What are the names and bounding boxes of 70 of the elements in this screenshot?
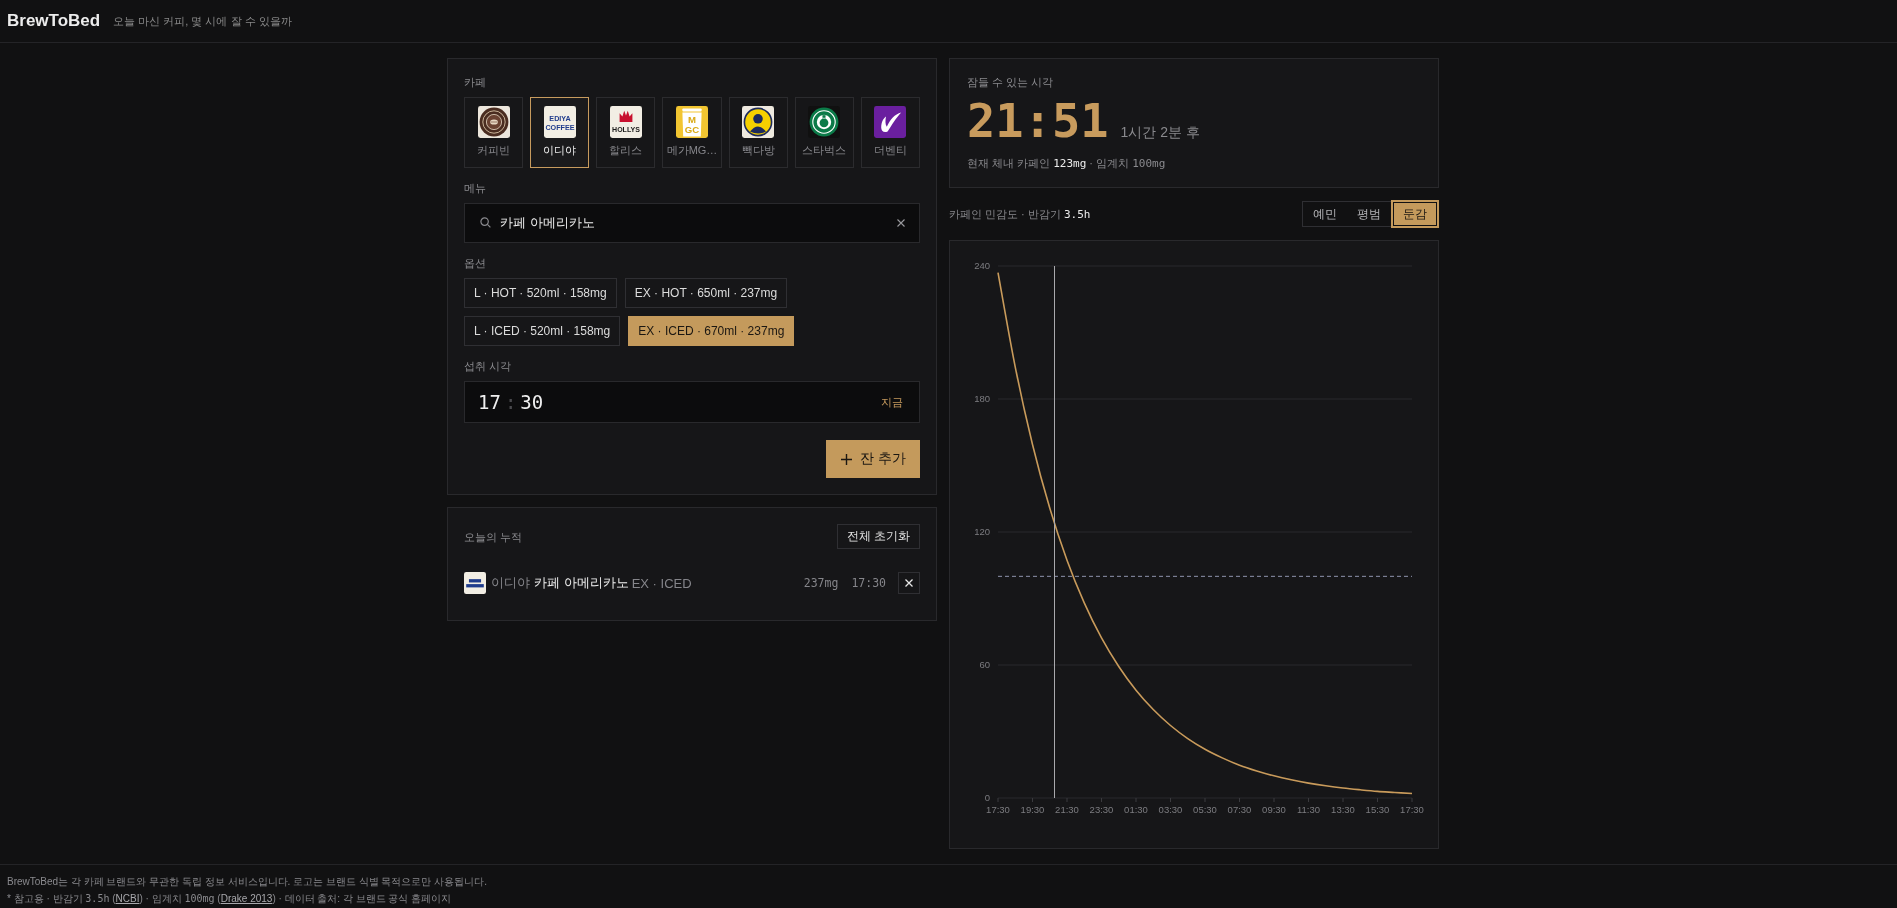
option-button[interactable]: L · ICED · 520ml · 158mg	[464, 316, 621, 346]
sensitivity-option[interactable]: 예민	[1303, 202, 1347, 226]
x-tick-label: 13:30	[1331, 804, 1355, 815]
x-tick-label: 01:30	[1124, 804, 1148, 815]
remove-button[interactable]	[898, 572, 920, 594]
cafe-button[interactable]: HOLLYS 할리스	[596, 97, 656, 168]
x-tick-label: 09:30	[1262, 804, 1286, 815]
y-tick-label: 240	[974, 260, 990, 271]
disclaimer-text: BrewToBed는 각 카페 브랜드와 무관한 독립 정보 서비스입니다. 로고는 브랜드 식별 목적으로만 사용됩니다.	[7, 875, 489, 889]
bars-logo-icon	[464, 572, 486, 594]
sleep-time: 21:51	[967, 93, 1109, 149]
seal-logo-icon	[808, 106, 841, 138]
footnote-text: * 참고용 · 반감기 3.5h (NCBI) · 임계치 100mg (Drake 2013) · 데이터 출처: 각 브랜드 공식 홈페이지	[7, 892, 453, 906]
x-tick-label: 03:30	[1158, 804, 1183, 815]
sensitivity-option[interactable]: 둔감	[1391, 200, 1439, 228]
x-tick-label: 23:30	[1089, 804, 1114, 815]
plus-icon	[841, 453, 853, 465]
y-tick-label: 180	[974, 393, 990, 404]
crown-wordmark-logo: HOLLYS	[609, 106, 642, 138]
cup-logo: M GC	[676, 106, 708, 138]
sensitivity-label: 카페인 민감도 · 반감기 3.5h	[949, 206, 1091, 222]
wordmark-logo: EDIYA COFFEE	[543, 106, 576, 138]
close-icon	[905, 579, 913, 587]
reset-button[interactable]: 전체 초기화	[836, 524, 920, 549]
cafe-button[interactable]: M GC 메가MG…	[662, 97, 722, 168]
x-tick-label: 07:30	[1227, 804, 1252, 815]
emblem-logo-icon	[477, 106, 510, 138]
y-tick-label: 60	[979, 659, 990, 670]
x-tick-label: 11:30	[1296, 804, 1321, 815]
x-tick-label: 19:30	[1020, 804, 1045, 815]
section-label: 섭취 시각	[464, 359, 513, 373]
time-field[interactable]: 17 : 30 지금	[464, 381, 920, 423]
sleep-label: 잠들 수 있는 시각	[967, 75, 1055, 89]
entry-brand: 이디야	[491, 574, 530, 592]
now-button[interactable]: 지금	[881, 394, 903, 410]
x-tick-label: 17:30	[1400, 804, 1424, 815]
add-button[interactable]: 잔 추가	[826, 440, 920, 478]
time-remaining: 1시간 2분 후	[1120, 124, 1200, 142]
option-button[interactable]: L · HOT · 520ml · 158mg	[464, 278, 617, 308]
cafe-button[interactable]: 더벤티	[860, 97, 920, 168]
x-tick-label: 15:30	[1365, 804, 1390, 815]
y-tick-label: 120	[974, 526, 990, 537]
cafe-button[interactable]: 커피빈	[464, 97, 524, 168]
sensitivity-option[interactable]: 평범	[1347, 202, 1391, 226]
search-icon	[480, 217, 491, 228]
menu-search-field[interactable]: 카페 아메리카노	[464, 203, 920, 243]
app-subtitle: 오늘 마신 커피, 몇 시에 잘 수 있을까	[113, 13, 292, 29]
section-label: 옵션	[464, 256, 487, 270]
entry-menu: 카페 아메리카노	[534, 574, 629, 592]
x-tick-label: 21:30	[1055, 804, 1079, 815]
clear-button[interactable]	[897, 219, 905, 227]
y-tick-label: 0	[984, 792, 990, 803]
option-button[interactable]: EX · HOT · 650ml · 237mg	[624, 278, 788, 308]
entry-option: EX · ICED	[631, 575, 692, 591]
caffeine-summary: 현재 체내 카페인 123mg · 임계치 100mg	[967, 156, 1167, 171]
option-button[interactable]: EX · ICED · 670ml · 237mg	[628, 316, 795, 346]
swoosh-logo-icon	[874, 106, 907, 138]
entry-amount: 237mg	[803, 576, 839, 590]
cafe-button[interactable]: 스타벅스	[794, 97, 854, 168]
entry-time: 17:30	[851, 576, 886, 590]
x-tick-label: 17:30	[986, 804, 1010, 815]
section-label: 오늘의 누적	[464, 529, 523, 544]
cafe-button[interactable]: EDIYA COFFEE 이디야	[530, 97, 590, 168]
x-tick-label: 05:30	[1193, 804, 1217, 815]
section-label: 메뉴	[464, 181, 487, 195]
app-title: BrewToBed	[7, 11, 101, 31]
cafe-button[interactable]: 빽다방	[728, 97, 788, 168]
silhouette-logo-icon	[742, 106, 775, 138]
section-label: 카페	[464, 75, 487, 89]
close-icon	[897, 219, 905, 227]
